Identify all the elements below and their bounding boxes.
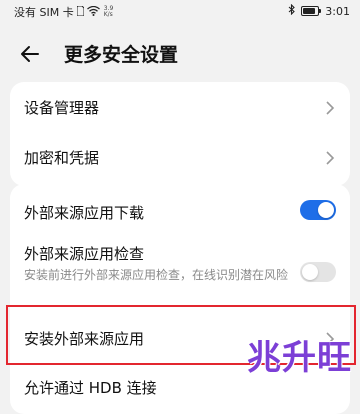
carrier-label: 没有 SIM 卡	[14, 6, 74, 19]
external-app-download-toggle[interactable]	[300, 200, 336, 220]
external-app-download-label: 外部来源应用下载	[24, 204, 145, 222]
clock: 3:01	[325, 4, 350, 18]
external-app-download-item[interactable]: 外部来源应用下载	[10, 184, 350, 236]
settings-card-2: 外部来源应用下载 外部来源应用检查 安装前进行外部来源应用检查，在线识别潜在风险…	[10, 184, 350, 414]
network-speed-unit: K/s	[103, 11, 113, 18]
encryption-credentials-item[interactable]: 加密和凭据	[10, 134, 350, 184]
toggle-knob	[318, 202, 334, 218]
encryption-credentials-label: 加密和凭据	[24, 149, 100, 167]
wifi-icon	[86, 5, 100, 19]
external-app-check-item[interactable]: 外部来源应用检查 安装前进行外部来源应用检查，在线识别潜在风险	[10, 236, 350, 306]
header: 更多安全设置	[0, 28, 360, 84]
device-manager-label: 设备管理器	[24, 99, 100, 117]
battery-icon	[301, 6, 322, 16]
external-app-check-toggle[interactable]	[300, 262, 336, 282]
status-right: 3:01	[288, 3, 350, 18]
battery-fill	[303, 8, 316, 14]
status-bar: 没有 SIM 卡 3.9 K/s 3:01	[0, 0, 360, 28]
sim-icon	[76, 5, 85, 19]
external-app-check-label: 外部来源应用检查	[24, 245, 145, 263]
chevron-right-icon	[324, 100, 336, 115]
toggle-knob	[302, 264, 318, 280]
chevron-right-icon	[324, 150, 336, 165]
settings-card-1: 设备管理器 加密和凭据	[10, 82, 350, 186]
bluetooth-icon	[288, 3, 296, 18]
device-manager-item[interactable]: 设备管理器	[10, 82, 350, 132]
watermark-logo: 兆升旺	[247, 338, 352, 378]
page-title: 更多安全设置	[64, 44, 179, 66]
status-left: 没有 SIM 卡 3.9 K/s	[14, 4, 113, 20]
install-external-apps-label: 安装外部来源应用	[24, 330, 145, 348]
back-arrow-icon[interactable]	[18, 42, 42, 66]
hdb-connection-label: 允许通过 HDB 连接	[24, 379, 157, 397]
external-app-check-description: 安装前进行外部来源应用检查，在线识别潜在风险	[24, 268, 289, 282]
network-speed: 3.9 K/s	[104, 6, 114, 18]
